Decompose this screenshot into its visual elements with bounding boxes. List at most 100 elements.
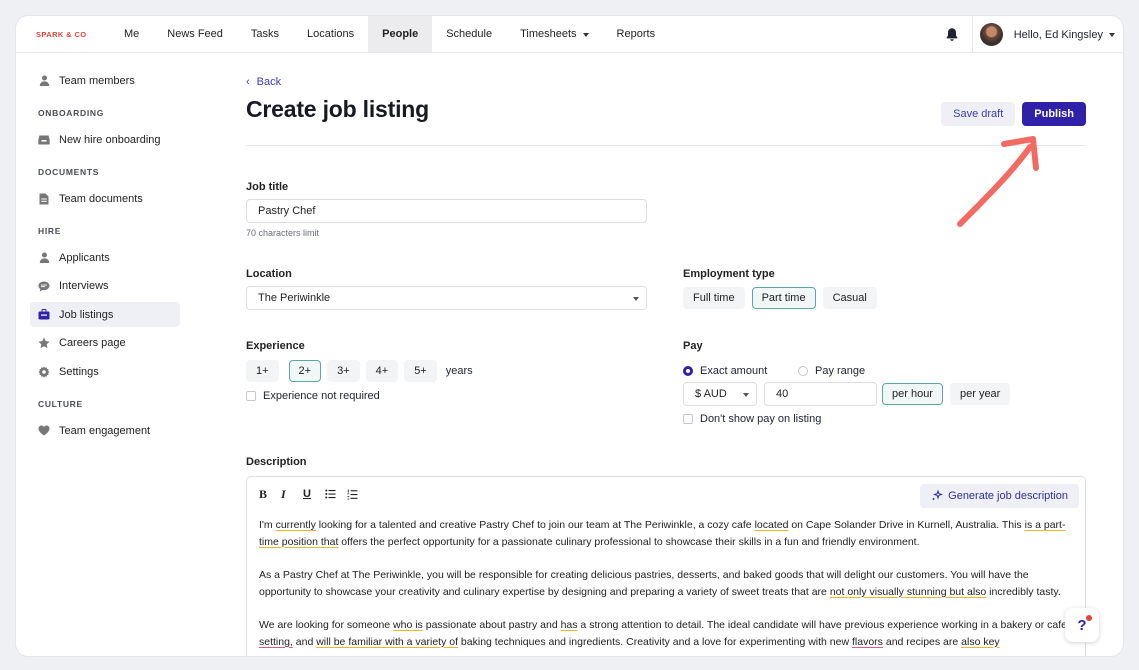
text-run: on Cape Solander Drive in Kurnell, Austr… xyxy=(788,519,1025,531)
description-editor[interactable]: B I U Generate job description I'm curre… xyxy=(246,476,1086,656)
currency-select[interactable]: $ AUD xyxy=(683,382,757,406)
chevron-down-icon xyxy=(1109,33,1115,37)
sidebar-item-new-hire-onboarding[interactable]: New hire onboarding xyxy=(30,127,180,152)
chevron-down-icon xyxy=(582,32,589,37)
sidebar-item-label: Team engagement xyxy=(59,424,151,437)
sparkle-icon xyxy=(931,490,944,502)
sidebar-item-label: Careers page xyxy=(59,337,126,349)
save-draft-button[interactable]: Save draft xyxy=(941,102,1016,126)
underline-icon[interactable]: U xyxy=(303,488,325,500)
back-link[interactable]: ‹ Back xyxy=(246,76,1086,88)
notification-dot xyxy=(1086,615,1092,621)
hide-pay-label: Don't show pay on listing xyxy=(700,413,822,425)
chat-bubble-icon xyxy=(38,280,50,292)
pay-range-option[interactable]: Pay range xyxy=(798,365,865,377)
nav-schedule[interactable]: Schedule xyxy=(432,16,506,52)
chevron-down-icon xyxy=(633,297,639,301)
experience-4-plus[interactable]: 4+ xyxy=(365,360,399,382)
bullet-list-icon[interactable] xyxy=(325,489,347,499)
user-menu[interactable]: Hello, Ed Kingsley xyxy=(973,23,1123,46)
spelling-suggestion[interactable]: who is xyxy=(393,619,423,631)
text-run: and xyxy=(292,635,317,648)
experience-5-plus[interactable]: 5+ xyxy=(404,360,437,382)
nav-people[interactable]: People xyxy=(368,16,433,52)
sidebar-item-team-documents[interactable]: Team documents xyxy=(30,186,180,211)
experience-not-required-checkbox[interactable] xyxy=(246,391,256,401)
heart-icon xyxy=(38,425,50,437)
notifications-bell-icon[interactable] xyxy=(933,16,973,53)
sidebar-heading-hire: HIRE xyxy=(38,226,62,236)
generate-description-button[interactable]: Generate job description xyxy=(920,484,1079,508)
sidebar-item-settings[interactable]: Settings xyxy=(30,359,180,384)
pay-per-hour[interactable]: per hour xyxy=(882,383,943,405)
sidebar-item-team-engagement[interactable]: Team engagement xyxy=(30,418,180,443)
experience-3-plus[interactable]: 3+ xyxy=(327,360,360,382)
text-run: offers the perfect opportunity for a pas… xyxy=(338,535,920,548)
spelling-suggestion[interactable]: flavors xyxy=(852,636,883,648)
experience-1-plus[interactable]: 1+ xyxy=(246,360,279,382)
pay-amount-input[interactable]: 40 xyxy=(764,382,877,406)
nav-reports[interactable]: Reports xyxy=(603,16,670,52)
description-label: Description xyxy=(246,456,307,468)
spelling-suggestion[interactable]: setting, xyxy=(259,636,293,648)
italic-icon[interactable]: I xyxy=(281,487,303,502)
spelling-suggestion[interactable]: will be familiar with a variety of xyxy=(316,636,458,648)
text-run: incredibly tasty. xyxy=(986,585,1061,598)
person-icon xyxy=(38,252,50,264)
spelling-suggestion[interactable]: also key xyxy=(961,636,1000,648)
description-paragraph: We are looking for someone who is passio… xyxy=(259,617,1073,650)
description-paragraph: As a Pastry Chef at The Periwinkle, you … xyxy=(259,567,1073,600)
chevron-down-icon xyxy=(743,393,749,397)
text-run: I'm xyxy=(259,519,276,531)
currency-value: $ AUD xyxy=(695,388,727,400)
hide-pay-option[interactable]: Don't show pay on listing xyxy=(683,413,821,425)
bold-icon[interactable]: B xyxy=(259,487,281,502)
pay-per-year[interactable]: per year xyxy=(949,383,1011,405)
sidebar-item-job-listings[interactable]: Job listings xyxy=(30,302,180,327)
sidebar-item-label: Team documents xyxy=(59,192,143,205)
sidebar-heading-culture: CULTURE xyxy=(38,399,83,409)
employment-part-time[interactable]: Part time xyxy=(751,287,816,309)
nav-me[interactable]: Me xyxy=(110,16,153,52)
employment-full-time[interactable]: Full time xyxy=(683,287,745,309)
help-button[interactable]: ? xyxy=(1065,608,1099,642)
sidebar-item-team-members[interactable]: Team members xyxy=(30,68,180,93)
sidebar-item-label: Job listings xyxy=(59,308,114,321)
pay-exact-label: Exact amount xyxy=(700,365,768,377)
location-label: Location xyxy=(246,268,292,280)
nav-timesheets[interactable]: Timesheets xyxy=(506,16,602,52)
nav-locations[interactable]: Locations xyxy=(293,16,368,52)
pay-exact-radio[interactable] xyxy=(683,366,693,376)
hide-pay-checkbox[interactable] xyxy=(683,414,693,424)
text-run: and recipes are xyxy=(882,635,962,648)
sidebar-item-applicants[interactable]: Applicants xyxy=(30,245,180,270)
publish-button[interactable]: Publish xyxy=(1022,102,1086,126)
spelling-suggestion[interactable]: not only visually stunning but also xyxy=(830,586,986,598)
nav-news-feed[interactable]: News Feed xyxy=(153,16,237,52)
sidebar-item-label: New hire onboarding xyxy=(59,133,161,146)
brand-logo[interactable]: SPARK & CO xyxy=(16,16,110,52)
spelling-suggestion[interactable]: has xyxy=(561,619,578,631)
sidebar-item-label: Team members xyxy=(59,74,135,87)
sidebar-item-careers-page[interactable]: Careers page xyxy=(30,331,180,356)
experience-2-plus[interactable]: 2+ xyxy=(288,360,322,382)
chevron-left-icon: ‹ xyxy=(246,76,250,88)
job-title-input[interactable]: Pastry Chef xyxy=(246,199,647,223)
pay-range-label: Pay range xyxy=(815,365,866,377)
pay-exact-option[interactable]: Exact amount xyxy=(683,365,767,377)
pay-range-radio[interactable] xyxy=(798,366,808,376)
person-icon xyxy=(38,75,50,87)
location-value: The Periwinkle xyxy=(258,292,331,304)
numbered-list-icon[interactable] xyxy=(347,489,369,500)
nav-tasks[interactable]: Tasks xyxy=(237,16,293,52)
star-icon xyxy=(38,337,50,349)
description-text[interactable]: I'm currently looking for a talented and… xyxy=(247,511,1085,650)
sidebar-item-interviews[interactable]: Interviews xyxy=(30,274,180,299)
spelling-suggestion[interactable]: located xyxy=(755,519,789,531)
main-content: ‹ Back Create job listing Save draft Pub… xyxy=(246,68,1086,656)
employment-casual[interactable]: Casual xyxy=(822,287,877,309)
spelling-suggestion[interactable]: currently xyxy=(276,519,316,531)
location-select[interactable]: The Periwinkle xyxy=(246,286,647,310)
experience-not-required-option[interactable]: Experience not required xyxy=(246,390,380,402)
sidebar-heading-onboarding: ONBOARDING xyxy=(38,108,105,118)
